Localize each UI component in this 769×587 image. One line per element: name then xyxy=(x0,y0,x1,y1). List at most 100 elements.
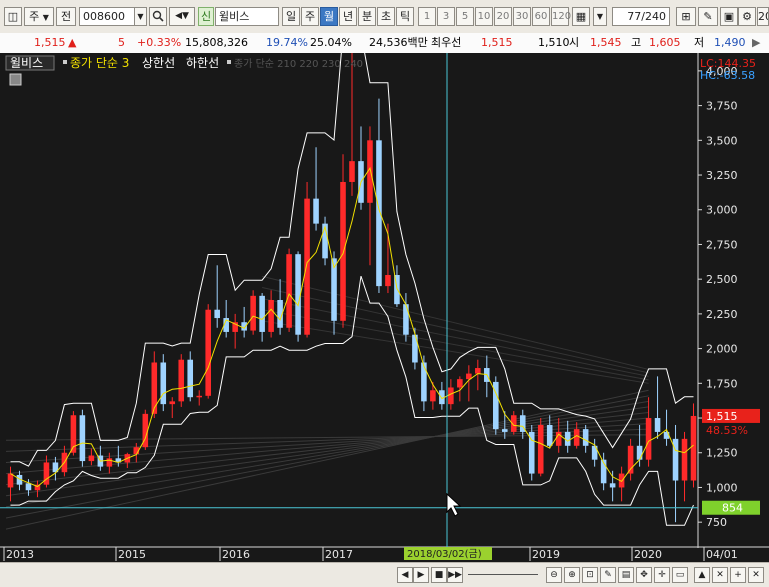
tool-icon[interactable]: ✎ xyxy=(600,567,616,583)
candle-body xyxy=(7,473,14,488)
interval-button-10[interactable]: 10 xyxy=(475,7,493,26)
price-tick-label: 3,250 xyxy=(706,169,738,182)
fullscreen-icon[interactable]: ✕ xyxy=(748,567,764,583)
candle-body xyxy=(654,418,661,432)
indicator-icon[interactable]: ⊞ xyxy=(676,7,696,26)
scroll-right-icon[interactable]: ▶ xyxy=(413,567,429,583)
fast-forward-icon[interactable]: ▶▶ xyxy=(447,567,463,583)
candle-body xyxy=(106,458,113,467)
grid-toggle-icon xyxy=(9,73,22,86)
candle-body xyxy=(250,295,256,331)
zoom-out-icon[interactable]: ⊖ xyxy=(546,567,562,583)
change-value: 5 xyxy=(118,36,125,49)
right-cut-button[interactable]: 20 xyxy=(757,7,769,26)
legend-long-ma: 종가 단순 210 220 230 240 xyxy=(234,58,363,70)
stock-name-value: 윌비스 xyxy=(219,10,250,23)
time-tick-label: 2016 xyxy=(222,548,250,561)
legend-bullet xyxy=(227,60,231,64)
draw-tool-icon[interactable]: ✎ xyxy=(698,7,718,26)
candle-body xyxy=(573,429,580,446)
candle-body xyxy=(43,462,50,485)
stop-icon[interactable]: ■ xyxy=(431,567,447,583)
price-tick-label: 1,000 xyxy=(706,481,738,494)
add-icon[interactable]: + xyxy=(730,567,746,583)
candle-body xyxy=(564,431,571,446)
high-value: 1,605 xyxy=(649,36,681,49)
change-pct: +0.33% xyxy=(137,36,182,49)
candle-body xyxy=(349,161,355,182)
low-label: 저 xyxy=(694,36,705,49)
interval-button-3[interactable]: 3 xyxy=(437,7,455,26)
candle-body xyxy=(690,415,697,481)
time-tick-label: 2017 xyxy=(325,548,353,561)
low-value: 1,490 xyxy=(714,36,746,49)
crosshair-date-label: 2018/03/02(금) xyxy=(407,548,482,560)
layout-icon[interactable]: ▤ xyxy=(618,567,634,583)
gear-icon[interactable]: ⚙ xyxy=(738,7,756,26)
window-icon[interactable]: ◫ xyxy=(4,7,22,26)
interval-button-5[interactable]: 5 xyxy=(456,7,474,26)
best-bid-value: 1,510 xyxy=(538,36,570,49)
candle-body xyxy=(88,455,95,462)
interval-button-60[interactable]: 60 xyxy=(532,7,550,26)
interval-button-30[interactable]: 30 xyxy=(513,7,531,26)
candle-body xyxy=(546,424,553,446)
period-tab-4[interactable]: 분 xyxy=(358,7,376,26)
time-tick-label: 2013 xyxy=(6,548,34,561)
candle-body xyxy=(376,140,382,287)
stock-code-dropdown[interactable]: ▼ xyxy=(134,7,147,26)
candle-body xyxy=(196,395,203,398)
zoom-fit-icon[interactable]: ⊡ xyxy=(582,567,598,583)
last-pct-label: 48.53% xyxy=(706,424,748,437)
bar-count-field[interactable]: 77/240 xyxy=(612,7,670,26)
chart-toolbar: ◫ 주 ▼ 전 008600 ▼ ◀▼ 신 윌비스 일주월년분초틱 1 3 5 10 2… xyxy=(0,0,769,34)
stock-code-value: 008600 xyxy=(83,10,125,23)
time-tick-label: 2019 xyxy=(532,548,560,561)
candle-body xyxy=(151,362,158,414)
candle-body xyxy=(528,431,535,474)
save-icon[interactable]: ▣ xyxy=(720,7,738,26)
period-tab-3[interactable]: 년 xyxy=(339,7,357,26)
all-toggle[interactable]: 전 xyxy=(56,7,76,26)
chart-background xyxy=(0,53,769,562)
scroll-left-icon[interactable]: ◀ xyxy=(397,567,413,583)
candle-body xyxy=(214,309,220,319)
time-tick-label: 2020 xyxy=(634,548,662,561)
chart-canvas[interactable]: 7501,0001,2501,5001,7502,0002,2502,5002,… xyxy=(0,32,769,562)
period-tab-5[interactable]: 초 xyxy=(377,7,395,26)
stock-name-field[interactable]: 윌비스 xyxy=(215,7,279,26)
display-icon[interactable]: ▭ xyxy=(672,567,688,583)
interval-button-1[interactable]: 1 xyxy=(418,7,436,26)
interval-button-120[interactable]: 120 xyxy=(551,7,571,26)
search-icon[interactable] xyxy=(149,7,167,26)
zoom-slider[interactable] xyxy=(468,574,538,575)
period-tab-6[interactable]: 틱 xyxy=(396,7,414,26)
scroll-right-icon[interactable]: ▶ xyxy=(752,33,760,53)
last-price-label: 1,515 xyxy=(706,410,738,423)
candle-body xyxy=(178,359,185,402)
speaker-icon[interactable]: ◀▼ xyxy=(169,7,195,26)
price-chart[interactable]: 7501,0001,2501,5001,7502,0002,2502,5002,… xyxy=(0,32,769,562)
interval-dropdown[interactable]: ▼ xyxy=(593,7,607,26)
candle-body xyxy=(25,483,32,491)
legend-bullet xyxy=(63,60,67,64)
candle-body xyxy=(645,418,652,460)
quote-bar: 1,515 ▲ 5 +0.33% 15,808,326 19.74% 25.04… xyxy=(0,33,769,54)
candle-body xyxy=(205,309,211,396)
market-select[interactable]: 주 ▼ xyxy=(24,7,54,26)
period-tab-1[interactable]: 주 xyxy=(301,7,319,26)
legend-stock-name: 윌비스 xyxy=(10,56,43,70)
interval-button-20[interactable]: 20 xyxy=(494,7,512,26)
new-badge[interactable]: 신 xyxy=(198,7,214,26)
chart-status-bar: ◀ ▶ ■ ▶▶ ⊖ ⊕ ⊡ ✎ ▤ ✥ ✛ ▭ ▲ ✕ + ✕ xyxy=(0,562,769,587)
calendar-icon[interactable]: ▦ xyxy=(572,7,590,26)
lock-icon[interactable]: ▲ xyxy=(694,567,710,583)
candle-body xyxy=(268,300,274,332)
x-mark-icon[interactable]: ✕ xyxy=(712,567,728,583)
cursor-icon[interactable]: ✥ xyxy=(636,567,652,583)
bar-count-value: 77 xyxy=(627,10,642,23)
crosshair-icon[interactable]: ✛ xyxy=(654,567,670,583)
period-tab-2[interactable]: 월 xyxy=(320,7,338,26)
period-tab-0[interactable]: 일 xyxy=(282,7,300,26)
zoom-in-icon[interactable]: ⊕ xyxy=(564,567,580,583)
